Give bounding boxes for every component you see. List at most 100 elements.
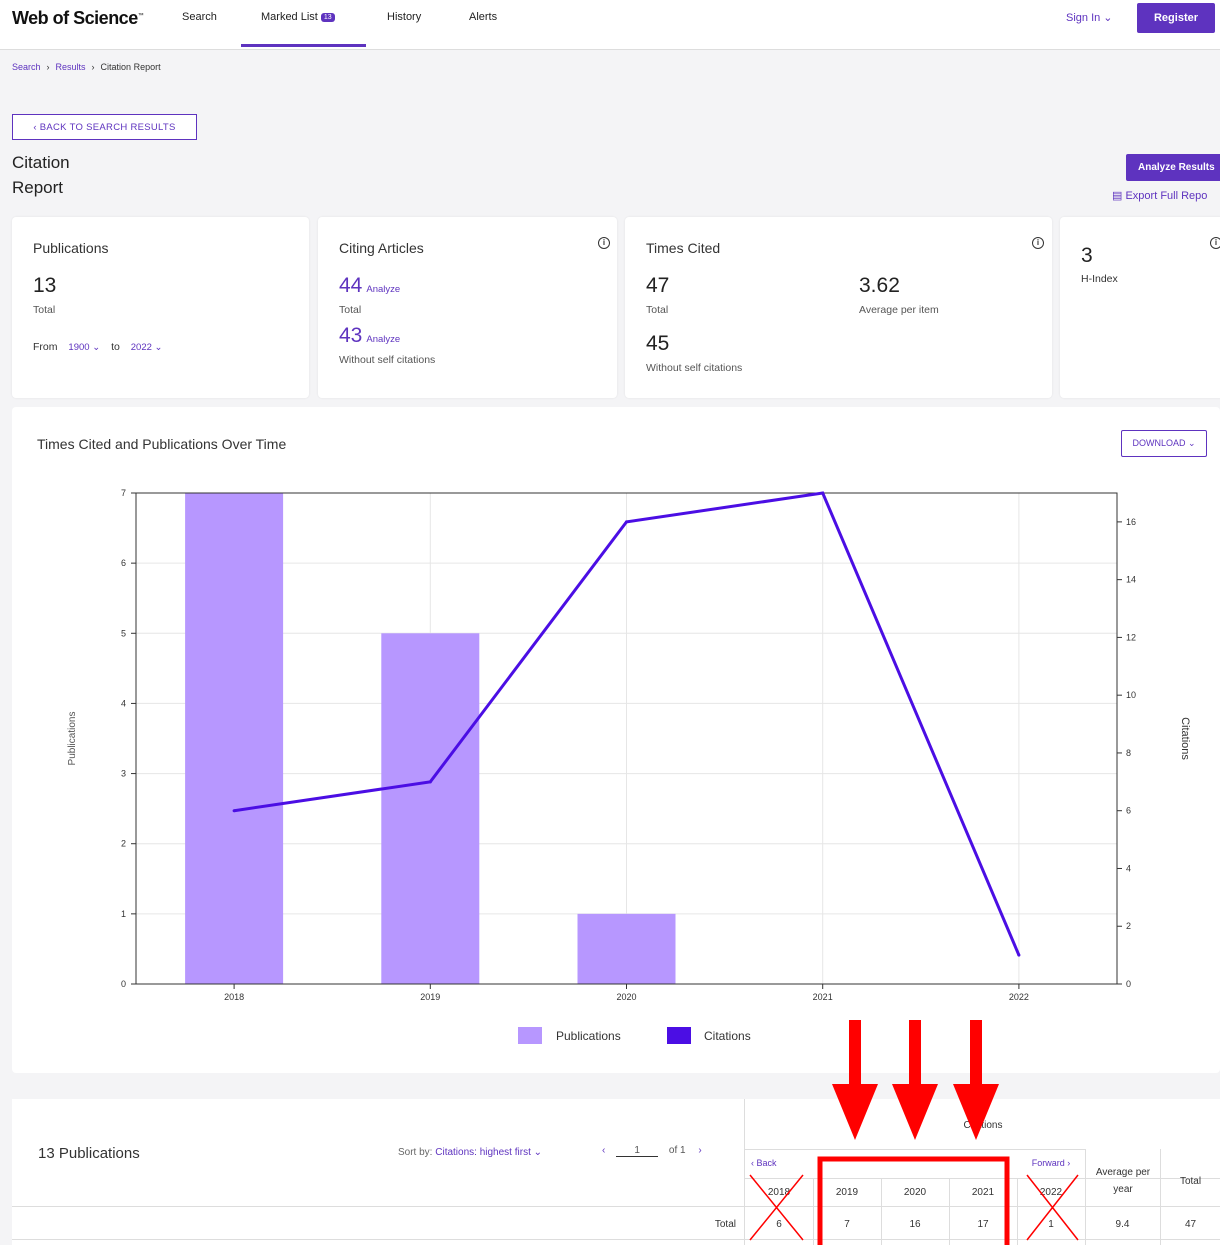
back-years-button[interactable]: ‹ Back <box>751 1154 791 1172</box>
breadcrumb-search[interactable]: Search <box>12 62 41 72</box>
to-label: to <box>111 341 120 353</box>
nav-marked-list[interactable]: Marked List 13 <box>261 11 335 23</box>
from-label: From <box>33 341 58 353</box>
sort-label: Sort by: <box>398 1147 433 1158</box>
y-tick-label: 0 <box>121 979 126 989</box>
page-input[interactable]: 1 <box>616 1145 659 1157</box>
x-tick-label: 2021 <box>813 992 833 1002</box>
point-citations-2021 <box>821 491 825 495</box>
citing-value-text[interactable]: 44 <box>339 274 362 297</box>
total-cell-2018: 6 <box>776 1218 782 1230</box>
legend-swatch-citations <box>667 1027 691 1044</box>
year-header-2020: 2020 <box>903 1186 927 1198</box>
back-to-search-results-button[interactable]: ‹ BACK TO SEARCH RESULTS <box>12 114 197 140</box>
marked-count-badge: 13 <box>320 13 335 22</box>
citing-value2-text[interactable]: 43 <box>339 324 362 347</box>
times-cited-publications-chart: 0123456702468101214162018 2019 2020 2021 202… <box>67 488 1191 1044</box>
export-full-report-link[interactable]: ▤ Export Full Repo <box>1112 189 1207 202</box>
total-cell-2020: 16 <box>909 1218 921 1230</box>
breadcrumb-separator-icon: › <box>91 62 95 72</box>
y-axis-label: Publications <box>67 712 78 766</box>
publications-total-label: Total <box>33 304 56 316</box>
nav-active-indicator <box>241 44 366 47</box>
to-year-dropdown[interactable]: 2022 ⌄ <box>131 342 163 353</box>
h-index-value: 3 <box>1081 244 1093 267</box>
sign-in-dropdown[interactable]: Sign In ⌄ <box>1066 11 1113 24</box>
year-range: From 1900 ⌄ to 2022 ⌄ <box>33 341 163 353</box>
divider <box>12 1206 744 1207</box>
total-cell-2021: 17 <box>977 1218 989 1230</box>
bar-publications-2018 <box>185 493 284 984</box>
divider <box>745 1149 1085 1150</box>
total-row-label: Total <box>714 1218 736 1230</box>
register-button[interactable]: Register <box>1137 3 1215 33</box>
info-icon[interactable]: i <box>598 237 610 249</box>
nav-search[interactable]: Search <box>182 11 217 23</box>
sort-dropdown[interactable]: Citations: highest first ⌄ <box>435 1147 542 1158</box>
nav-history[interactable]: History <box>387 11 421 23</box>
x-tick-label: 2022 <box>1009 992 1029 1002</box>
point-citations-2022 <box>1017 953 1021 957</box>
prev-page-icon[interactable]: ‹ <box>602 1145 605 1156</box>
info-icon[interactable]: i <box>1032 237 1044 249</box>
times-cited-card: Times Cited i 47 Total 3.62 Average per … <box>625 217 1052 398</box>
times-cited-chart-card: Times Cited and Publications Over Time D… <box>12 407 1220 1073</box>
publications-table-card: 13 Publications Sort by: Citations: high… <box>12 1099 1220 1245</box>
total-cell-2019: 7 <box>844 1218 850 1230</box>
publications-count: 13 Publications <box>38 1145 140 1162</box>
y2-tick-label: 10 <box>1126 690 1136 700</box>
y2-tick-label: 6 <box>1126 806 1131 816</box>
y-tick-label: 7 <box>121 488 126 498</box>
next-page-icon[interactable]: › <box>698 1145 701 1156</box>
h-index-card: 3 H-Index i <box>1060 217 1220 398</box>
year-header-2019: 2019 <box>835 1186 859 1198</box>
info-icon[interactable]: i <box>1210 237 1220 249</box>
y-tick-label: 1 <box>121 909 126 919</box>
citing-without-self-value: 43 Analyze <box>339 324 400 348</box>
sort-by: Sort by: Citations: highest first ⌄ <box>398 1147 542 1158</box>
times-cited-without-self-value: 45 <box>646 332 670 355</box>
bar-publications-2020 <box>577 913 676 984</box>
point-citations-2019 <box>428 780 432 784</box>
y2-tick-label: 0 <box>1126 979 1131 989</box>
x-tick-label: 2019 <box>420 992 440 1002</box>
y2-tick-label: 8 <box>1126 748 1131 758</box>
average-per-item-label: Average per item <box>859 304 939 316</box>
breadcrumb-results[interactable]: Results <box>56 62 86 72</box>
year-header-2021: 2021 <box>971 1186 995 1198</box>
y-tick-label: 6 <box>121 558 126 568</box>
top-navigation-bar: Web of Science™ Search Marked List 13 His… <box>0 0 1220 50</box>
y2-tick-label: 14 <box>1126 575 1136 585</box>
citing-articles-card: Citing Articles i 44 Analyze Total 43 Anal… <box>318 217 617 398</box>
forward-years-button[interactable]: Forward › <box>1021 1154 1081 1172</box>
citations-header: Citations <box>963 1119 1003 1131</box>
y-tick-label: 4 <box>121 698 126 708</box>
web-of-science-logo[interactable]: Web of Science™ <box>12 8 144 29</box>
page-title: Citation Report <box>12 153 70 197</box>
citing-total-label: Total <box>339 304 362 316</box>
analyze-results-button[interactable]: Analyze Results <box>1126 154 1220 181</box>
point-citations-2020 <box>625 520 628 524</box>
publications-title: Publications <box>33 240 109 256</box>
y-tick-label: 2 <box>121 839 126 849</box>
times-cited-value: 47 <box>646 274 670 297</box>
nav-marked-list-label: Marked List <box>261 11 318 23</box>
export-label: Export Full Repo <box>1125 190 1208 202</box>
y-tick-label: 3 <box>121 769 126 779</box>
analyze-without-self-link[interactable]: Analyze <box>366 334 400 345</box>
breadcrumb-current: Citation Report <box>100 62 161 72</box>
y2-tick-label: 16 <box>1126 517 1136 527</box>
analyze-citing-link[interactable]: Analyze <box>366 284 400 295</box>
average-per-year-header: Average per year <box>1095 1167 1151 1195</box>
total-header: Total <box>1179 1175 1202 1187</box>
total-cell-2022: 1 <box>1048 1218 1054 1230</box>
pagination: ‹ 1 of 1 › <box>602 1145 702 1157</box>
divider <box>745 1206 1220 1207</box>
year-header-2022: 2022 <box>1039 1186 1063 1198</box>
y2-tick-label: 2 <box>1126 921 1131 931</box>
from-year-dropdown[interactable]: 1900 ⌄ <box>68 342 100 353</box>
point-citations-2018 <box>232 809 236 813</box>
y2-axis-label: Citations <box>1179 717 1191 760</box>
times-cited-title: Times Cited <box>646 240 721 256</box>
nav-alerts[interactable]: Alerts <box>469 11 497 23</box>
